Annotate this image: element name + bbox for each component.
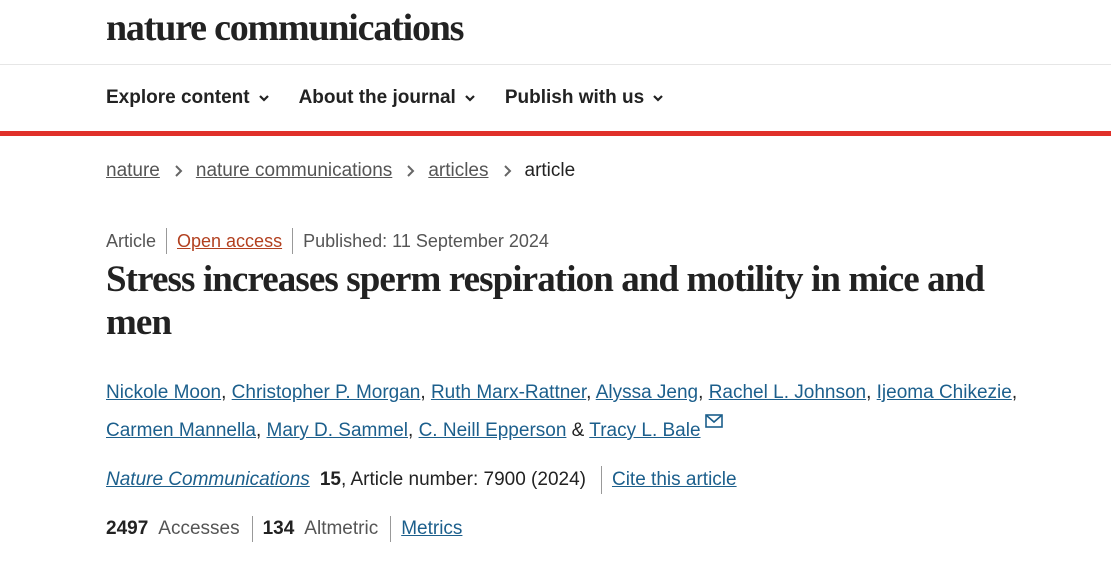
accesses-label: Accesses (158, 518, 240, 539)
author-link[interactable]: Alyssa Jeng (596, 382, 698, 403)
article-metrics: 2497 Accesses 134 Altmetric Metrics (106, 516, 462, 542)
author-separator: , (1011, 382, 1018, 403)
author-separator: , (408, 420, 419, 441)
breadcrumb: nature nature communications articles ar… (106, 160, 575, 182)
author-link[interactable]: Christopher P. Morgan (232, 382, 421, 403)
site-logo[interactable]: nature communications (106, 6, 464, 50)
divider (292, 228, 294, 254)
chevron-right-icon (407, 165, 415, 177)
author-separator: , (866, 382, 877, 403)
nav-about-journal[interactable]: About the journal (299, 87, 476, 109)
divider (600, 466, 602, 494)
mail-icon[interactable] (704, 414, 723, 428)
open-access-link[interactable]: Open access (177, 231, 282, 252)
chevron-down-icon (258, 95, 269, 102)
author-separator: , (255, 420, 267, 441)
divider (390, 516, 392, 542)
volume: 15 (319, 469, 341, 490)
author-separator: , (698, 382, 709, 403)
journal-link[interactable]: Nature Communications (106, 469, 310, 491)
breadcrumb-current: article (524, 160, 576, 181)
accesses-count: 2497 (106, 518, 149, 539)
author-separator: , (586, 382, 596, 403)
cite-this-article-link[interactable]: Cite this article (612, 469, 737, 491)
chevron-right-icon (175, 165, 183, 177)
breadcrumb-link-articles[interactable]: articles (428, 160, 488, 182)
altmetric-label: Altmetric (304, 518, 379, 539)
author-separator: , (221, 382, 232, 403)
published-date: Published: 11 September 2024 (303, 230, 549, 251)
chevron-down-icon (653, 95, 663, 102)
author-link[interactable]: Rachel L. Johnson (709, 382, 866, 403)
main-nav: Explore content About the journal Publis… (0, 65, 1111, 136)
author-link[interactable]: Ijeoma Chikezie (877, 382, 1012, 403)
nav-label: Explore content (106, 87, 250, 108)
author-link[interactable]: Carmen Mannella (106, 420, 256, 441)
divider (251, 516, 253, 542)
divider (166, 228, 168, 254)
breadcrumb-link-nature[interactable]: nature (106, 160, 160, 182)
altmetric-count: 134 (262, 518, 295, 539)
author-separator-last: & (566, 420, 590, 441)
author-link[interactable]: C. Neill Epperson (419, 420, 567, 441)
article-number: , Article number: 7900 (2024) (340, 469, 586, 490)
metrics-link[interactable]: Metrics (401, 518, 462, 540)
author-separator: , (420, 382, 431, 403)
article-title: Stress increases sperm respiration and m… (106, 259, 985, 343)
author-link[interactable]: Ruth Marx-Rattner (431, 382, 586, 403)
article-meta: Article Open access Published: 11 Septem… (106, 228, 549, 254)
citation-line: Nature Communications 15 , Article numbe… (106, 466, 737, 494)
nav-label: About the journal (298, 87, 456, 108)
breadcrumb-link-nature-communications[interactable]: nature communications (196, 160, 392, 182)
author-link[interactable]: Nickole Moon (106, 382, 221, 403)
nav-explore-content[interactable]: Explore content (106, 87, 270, 109)
author-link[interactable]: Mary D. Sammel (267, 420, 408, 441)
chevron-down-icon (465, 95, 475, 102)
article-type: Article (106, 230, 157, 251)
site-header: nature communications (0, 0, 1111, 65)
chevron-right-icon (503, 165, 511, 177)
author-link[interactable]: Tracy L. Bale (589, 420, 700, 441)
author-list: Nickole Moon, Christopher P. Morgan, Rut… (106, 374, 1026, 450)
nav-label: Publish with us (504, 87, 645, 108)
nav-publish-with-us[interactable]: Publish with us (505, 87, 664, 109)
